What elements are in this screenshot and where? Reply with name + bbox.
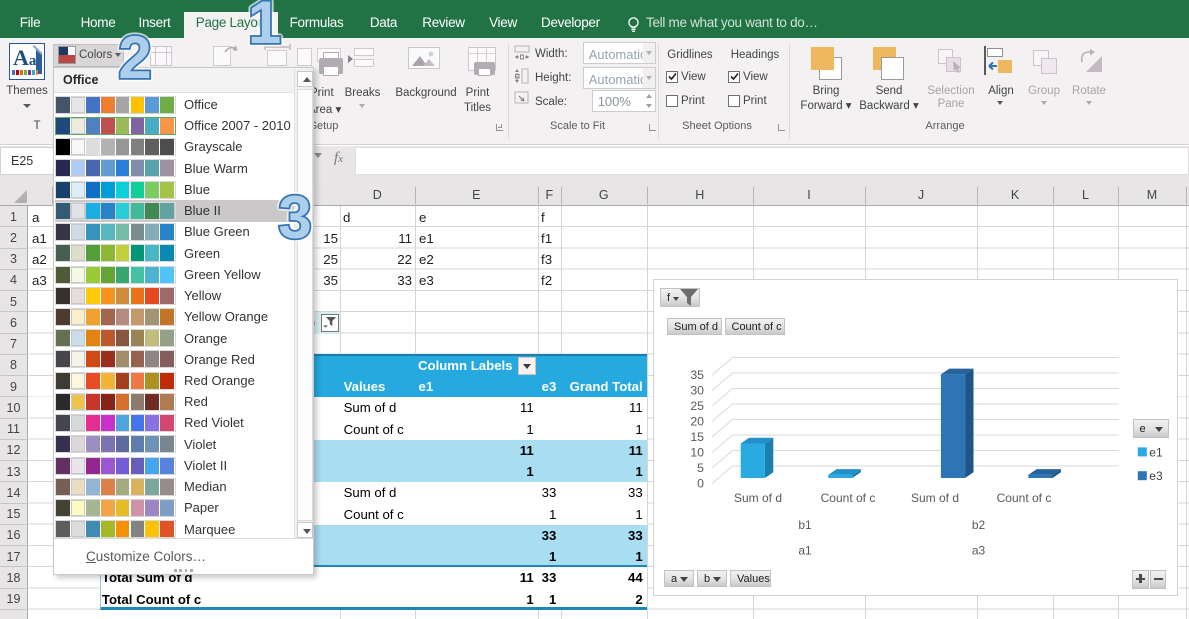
svg-text:15: 15 [690, 430, 704, 444]
svg-text:b1: b1 [798, 518, 812, 532]
svg-text:35: 35 [690, 368, 704, 382]
svg-text:30: 30 [690, 384, 704, 398]
svg-text:0: 0 [697, 477, 704, 491]
svg-text:Count of c: Count of c [997, 491, 1052, 505]
svg-text:Sum of d: Sum of d [734, 491, 782, 505]
svg-text:25: 25 [690, 399, 704, 413]
svg-text:e1: e1 [1149, 445, 1163, 459]
svg-text:20: 20 [690, 415, 704, 429]
svg-text:a1: a1 [798, 544, 812, 558]
svg-text:10: 10 [690, 446, 704, 460]
svg-text:a3: a3 [972, 544, 986, 558]
svg-text:Sum of d: Sum of d [911, 491, 959, 505]
svg-text:5: 5 [697, 461, 704, 475]
svg-text:b2: b2 [972, 518, 986, 532]
svg-text:Count of c: Count of c [821, 491, 876, 505]
svg-text:e3: e3 [1149, 469, 1163, 483]
